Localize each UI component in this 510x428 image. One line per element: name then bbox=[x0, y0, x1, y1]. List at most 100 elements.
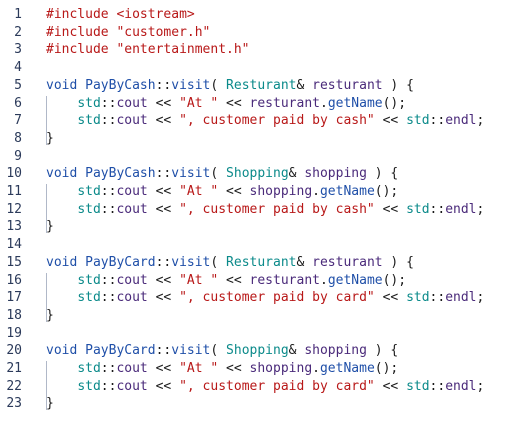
code-token: :: bbox=[155, 77, 172, 93]
code-token: :: bbox=[100, 290, 117, 306]
code-token: ) { bbox=[366, 166, 399, 182]
code-text: std::cout << ", customer paid by card" <… bbox=[46, 289, 484, 307]
line-number: 20 bbox=[6, 343, 22, 359]
code-token: "At " bbox=[179, 184, 219, 199]
line-number: 16 bbox=[6, 272, 22, 288]
code-line[interactable]: 15 void PayByCard::visit( Resturant& rest… bbox=[0, 254, 510, 272]
line-number: 22 bbox=[6, 378, 22, 394]
code-editor[interactable]: 1 #include <iostream> 2 #include "customer.… bbox=[0, 0, 510, 428]
code-token: endl bbox=[445, 113, 477, 129]
code-token: ; bbox=[476, 378, 485, 394]
code-token: resturant bbox=[249, 95, 320, 111]
code-token: void bbox=[46, 343, 86, 359]
code-token: ", customer paid by cash" bbox=[179, 201, 375, 217]
line-number: 5 bbox=[14, 77, 22, 93]
code-line[interactable]: 19 bbox=[0, 325, 510, 343]
code-token: shopping bbox=[249, 361, 313, 376]
code-text: } bbox=[46, 218, 54, 236]
code-token: << bbox=[218, 272, 250, 288]
code-token: ; bbox=[476, 201, 485, 217]
code-token: #include bbox=[46, 7, 117, 22]
code-text: void PayByCard::visit( Shopping& shoppin… bbox=[46, 342, 398, 360]
code-line[interactable]: 17 std::cout << ", customer paid by card… bbox=[0, 289, 510, 307]
line-number: 11 bbox=[6, 184, 22, 199]
code-token: resturant bbox=[312, 254, 383, 270]
code-line[interactable]: 2 #include "customer.h" bbox=[0, 24, 510, 42]
line-number: 4 bbox=[14, 60, 22, 76]
line-number: 10 bbox=[6, 166, 22, 182]
code-token: cout bbox=[116, 201, 148, 217]
code-line[interactable]: 3 #include "entertainment.h" bbox=[0, 41, 510, 59]
code-token: << bbox=[218, 95, 250, 111]
code-text: } bbox=[46, 307, 54, 325]
code-token: :: bbox=[100, 272, 117, 288]
code-token: :: bbox=[100, 201, 117, 217]
code-token: std bbox=[77, 290, 101, 306]
code-line[interactable]: 12 std::cout << ", customer paid by cash… bbox=[0, 201, 510, 219]
code-text: std::cout << ", customer paid by cash" <… bbox=[46, 201, 484, 219]
code-token: << bbox=[147, 201, 180, 217]
code-token: #include bbox=[46, 42, 117, 58]
code-line[interactable]: 16 std::cout << "At " << resturant.getNa… bbox=[0, 272, 510, 290]
code-token: << bbox=[374, 290, 407, 306]
code-token: "customer.h" bbox=[116, 24, 211, 40]
code-line[interactable]: 21 std::cout << "At " << shopping.getNam… bbox=[0, 360, 510, 378]
code-token: <iostream> bbox=[116, 7, 195, 22]
code-text: #include "entertainment.h" bbox=[46, 41, 250, 59]
code-token: :: bbox=[100, 95, 117, 111]
code-line[interactable]: 11 std::cout << "At " << shopping.getNam… bbox=[0, 183, 510, 201]
code-line[interactable]: 10 void PayByCash::visit( Shopping& shopp… bbox=[0, 165, 510, 183]
code-token: cout bbox=[116, 95, 148, 111]
line-number: 9 bbox=[14, 148, 22, 164]
code-token: std bbox=[77, 184, 101, 199]
code-token: << bbox=[147, 378, 180, 394]
code-token: "At " bbox=[179, 95, 219, 111]
code-token: endl bbox=[445, 378, 477, 394]
code-text: std::cout << ", customer paid by card" <… bbox=[46, 378, 484, 396]
code-token: visit bbox=[171, 343, 211, 359]
code-token: resturant bbox=[249, 272, 320, 288]
code-token: << bbox=[147, 272, 180, 288]
code-line[interactable]: 20 void PayByCard::visit( Shopping& shopp… bbox=[0, 342, 510, 360]
line-number: 6 bbox=[14, 95, 22, 111]
code-line[interactable]: 9 bbox=[0, 148, 510, 166]
code-token: ) { bbox=[382, 254, 414, 270]
code-line[interactable]: 8} bbox=[0, 130, 510, 148]
code-token: (); bbox=[382, 95, 407, 111]
code-token: << bbox=[374, 113, 407, 129]
line-number: 3 bbox=[14, 42, 22, 58]
code-line[interactable]: 22 std::cout << ", customer paid by card… bbox=[0, 378, 510, 396]
code-token: << bbox=[218, 184, 250, 199]
code-token: std bbox=[77, 272, 101, 288]
code-line[interactable]: 4 bbox=[0, 59, 510, 77]
code-token: cout bbox=[116, 184, 148, 199]
line-number: 12 bbox=[6, 201, 22, 217]
code-line[interactable]: 6 std::cout << "At " << resturant.getNam… bbox=[0, 95, 510, 113]
code-line[interactable]: 7 std::cout << ", customer paid by cash"… bbox=[0, 112, 510, 130]
code-text: } bbox=[46, 395, 54, 413]
line-number: 17 bbox=[6, 290, 22, 306]
code-line[interactable]: 5 void PayByCash::visit( Resturant& restu… bbox=[0, 77, 510, 95]
line-number: 19 bbox=[6, 325, 22, 341]
code-token: << bbox=[374, 378, 407, 394]
code-token: ; bbox=[476, 290, 485, 306]
code-token: resturant bbox=[312, 77, 383, 93]
code-line[interactable]: 14 bbox=[0, 236, 510, 254]
code-token: & bbox=[288, 166, 305, 182]
code-token: . bbox=[312, 361, 320, 376]
code-line[interactable]: 13} bbox=[0, 218, 510, 236]
code-token: ( bbox=[210, 77, 227, 93]
code-token: "entertainment.h" bbox=[116, 42, 250, 58]
code-token: std bbox=[406, 201, 430, 217]
code-line[interactable]: 1 #include <iostream> bbox=[0, 6, 510, 24]
indent-guide bbox=[46, 272, 47, 322]
code-line[interactable]: 23} bbox=[0, 395, 510, 413]
code-line[interactable]: 18} bbox=[0, 307, 510, 325]
code-token: #include bbox=[46, 24, 117, 40]
code-token: "At " bbox=[179, 272, 219, 288]
line-number: 21 bbox=[6, 361, 22, 376]
